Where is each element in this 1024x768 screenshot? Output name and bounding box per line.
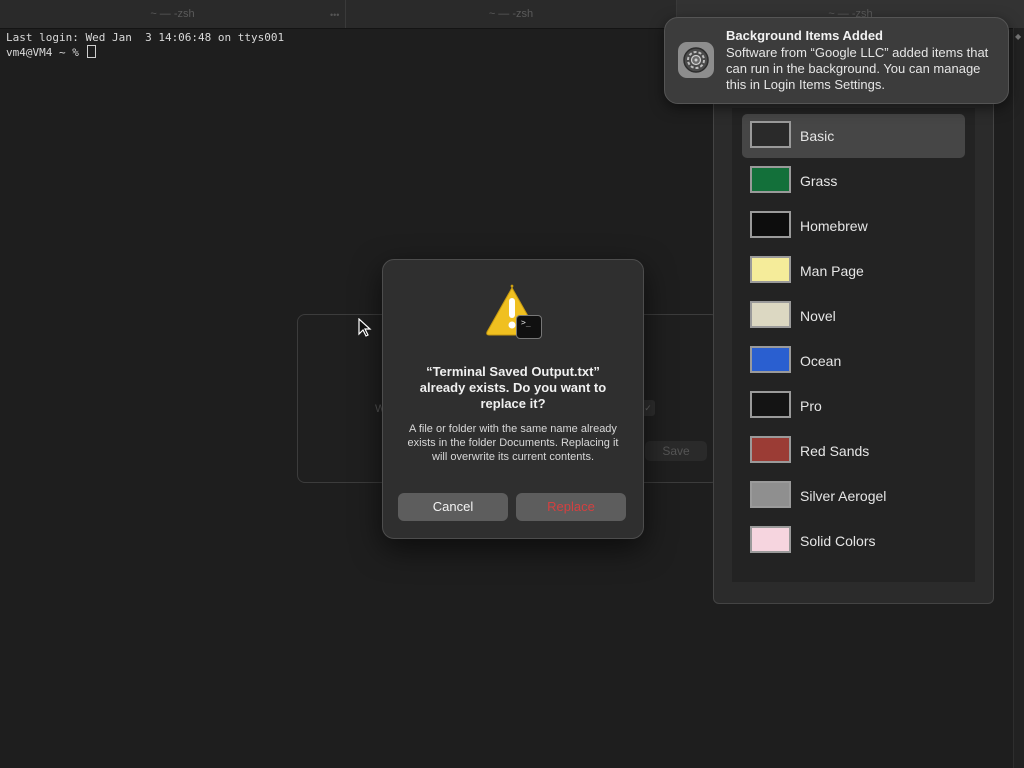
profile-label: Pro	[800, 398, 822, 414]
profile-item-pro[interactable]: Pro	[742, 384, 965, 428]
profile-item-basic[interactable]: Basic	[742, 114, 965, 158]
profile-swatch	[750, 436, 791, 463]
profile-item-red-sands[interactable]: Red Sands	[742, 429, 965, 473]
mouse-pointer-icon	[358, 317, 372, 343]
alert-message: A file or folder with the same name alre…	[407, 423, 619, 463]
notification-banner[interactable]: Background Items Added Software from “Go…	[664, 17, 1009, 104]
notification-title: Background Items Added	[726, 28, 883, 43]
replace-button[interactable]: Replace	[516, 493, 626, 521]
tab-overflow-icon[interactable]: •••	[330, 10, 339, 20]
profile-swatch	[750, 121, 791, 148]
profile-item-solid-colors[interactable]: Solid Colors	[742, 519, 965, 563]
profile-label: Novel	[800, 308, 836, 324]
terminal-output[interactable]: Last login: Wed Jan 3 14:06:48 on ttys00…	[6, 31, 284, 60]
profile-label: Red Sands	[800, 443, 870, 459]
profile-swatch	[750, 391, 791, 418]
profile-item-novel[interactable]: Novel	[742, 294, 965, 338]
profile-label: Grass	[800, 173, 838, 189]
profile-item-homebrew[interactable]: Homebrew	[742, 204, 965, 248]
profile-swatch	[750, 301, 791, 328]
profile-item-man-page[interactable]: Man Page	[742, 249, 965, 293]
cancel-button[interactable]: Cancel	[398, 493, 508, 521]
profile-label: Solid Colors	[800, 533, 876, 549]
terminal-line-login: Last login: Wed Jan 3 14:06:48 on ttys00…	[6, 31, 285, 44]
profile-label: Silver Aerogel	[800, 488, 887, 504]
scroll-arrows-icon[interactable]: ◆	[1015, 32, 1021, 41]
profile-item-silver-aerogel[interactable]: Silver Aerogel	[742, 474, 965, 518]
profile-label: Homebrew	[800, 218, 868, 234]
notification-body: Software from “Google LLC” added items t…	[726, 45, 989, 92]
profile-item-ocean[interactable]: Ocean	[742, 339, 965, 383]
tab-zsh-1[interactable]: ~ — -zsh	[0, 0, 346, 28]
profile-swatch	[750, 526, 791, 553]
save-button[interactable]: Save	[645, 441, 707, 461]
tab-zsh-2[interactable]: ~ — -zsh	[346, 0, 677, 28]
alert-title: “Terminal Saved Output.txt” already exis…	[419, 364, 607, 411]
profile-swatch	[750, 166, 791, 193]
profile-swatch	[750, 211, 791, 238]
terminal-line-prompt: vm4@VM4 ~ %	[6, 45, 284, 60]
profile-label: Man Page	[800, 263, 864, 279]
profile-item-grass[interactable]: Grass	[742, 159, 965, 203]
profile-swatch	[750, 346, 791, 373]
profile-label: Basic	[800, 128, 835, 144]
terminal-icon: >_	[516, 315, 542, 339]
scrollbar[interactable]: ◆	[1013, 28, 1024, 768]
replace-alert-dialog: >_ “Terminal Saved Output.txt” already e…	[382, 259, 644, 539]
terminal-prompt: vm4@VM4 ~ %	[6, 46, 86, 59]
profile-label: Ocean	[800, 353, 842, 369]
profile-swatch	[750, 481, 791, 508]
gear-icon	[678, 42, 714, 78]
profile-swatch	[750, 256, 791, 283]
terminal-cursor	[87, 45, 97, 58]
